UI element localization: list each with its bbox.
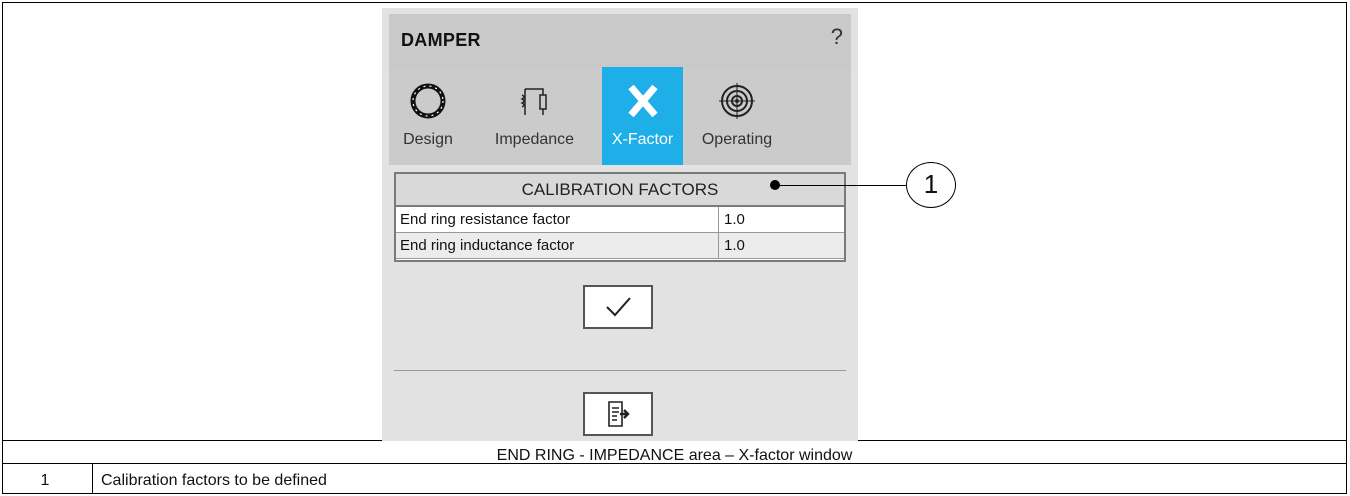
tab-label: Impedance [494,131,575,148]
legend-text: Calibration factors to be defined [101,472,327,489]
tab-bar: Design Impedance X-Factor Operating [389,67,851,165]
calibration-header: CALIBRATION FACTORS [396,174,844,207]
export-button[interactable] [583,392,653,436]
ring-icon [389,81,467,121]
export-icon [608,401,630,427]
callout-number: 1 [906,162,956,208]
table-row: End ring inductance factor 1.0 [396,233,844,259]
table-divider [92,463,93,494]
divider [394,370,846,371]
window-title: DAMPER [401,30,481,50]
help-button[interactable]: ? [831,24,843,50]
x-icon [602,81,683,121]
tab-label: X-Factor [611,131,674,148]
callout-leader-line [780,185,908,186]
figure-caption: END RING - IMPEDANCE area – X-factor win… [496,447,853,464]
resistance-factor-input[interactable]: 1.0 [718,207,844,232]
check-icon [606,297,631,317]
confirm-button[interactable] [583,285,653,329]
tab-design[interactable]: Design [389,67,467,165]
callout-anchor [770,180,780,190]
tab-label: Design [403,131,453,148]
row-label: End ring inductance factor [400,237,575,254]
target-icon [683,81,791,121]
tab-x-factor[interactable]: X-Factor [602,67,683,165]
damper-panel: DAMPER ? Design Impedance X-Factor Opera… [382,8,858,441]
tab-impedance[interactable]: Impedance [467,67,602,165]
inductance-factor-input[interactable]: 1.0 [718,233,844,258]
tab-label: Operating [701,131,773,148]
impedance-icon [467,81,602,121]
row-label: End ring resistance factor [400,211,571,228]
table-row: End ring resistance factor 1.0 [396,207,844,233]
tab-operating[interactable]: Operating [683,67,791,165]
title-bar: DAMPER ? [389,14,851,67]
legend-number: 1 [40,472,50,489]
